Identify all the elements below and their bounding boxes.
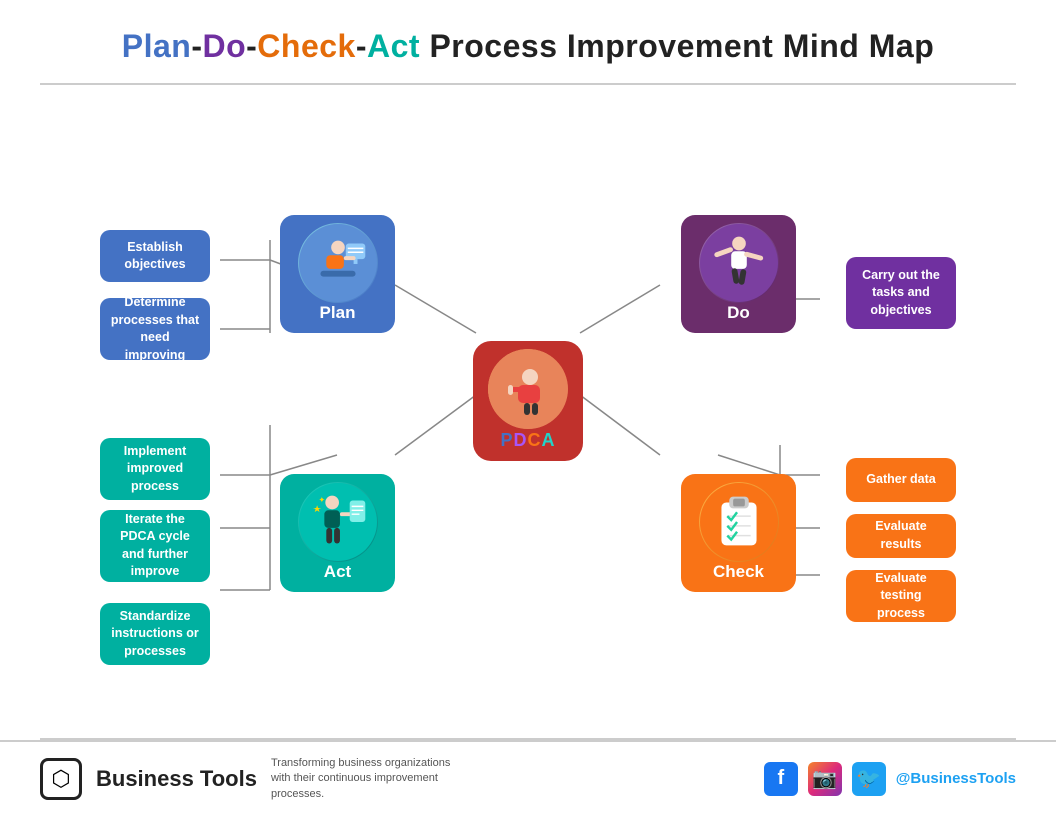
plan-illustration [299,224,377,302]
tagline: Transforming business organizations with… [271,756,471,802]
pdca-label: PDCA [500,430,555,451]
instagram-icon[interactable]: 📷 [808,762,842,796]
svg-text:✦: ✦ [318,495,325,504]
main-title: Plan-Do-Check-Act Process Improvement Mi… [40,28,1016,65]
do-illustration [700,224,778,302]
pdca-illustration [488,349,568,429]
title-dash1: - [191,28,202,64]
plan-node: Plan [280,215,395,333]
title-dash2: - [246,28,257,64]
leaf-evaluate-testing: Evaluate testing process [846,570,956,622]
title-check: Check [257,28,356,64]
do-icon [699,223,779,303]
check-illustration [700,483,778,561]
footer: ⬡ Business Tools Transforming business o… [0,740,1056,816]
title-act: Act [367,28,420,64]
footer-brand: ⬡ Business Tools Transforming business o… [40,756,471,802]
facebook-icon[interactable]: f [764,762,798,796]
title-dash3: - [356,28,367,64]
check-label: Check [713,562,764,582]
footer-social: f 📷 🐦 @BusinessTools [764,762,1016,796]
title-do: Do [202,28,246,64]
act-icon: ★ ✦ [298,482,378,562]
brand-name: Business Tools [96,766,257,792]
do-label: Do [727,303,750,323]
pdca-node: PDCA [473,341,583,461]
header: Plan-Do-Check-Act Process Improvement Mi… [0,0,1056,75]
check-icon [699,482,779,562]
do-node: Do [681,215,796,333]
check-node: Check [681,474,796,592]
leaf-carry: Carry out the tasks and objectives [846,257,956,329]
leaf-gather: Gather data [846,458,956,502]
twitter-icon[interactable]: 🐦 [852,762,886,796]
leaf-standardize: Standardize instructions or processes [100,603,210,665]
leaf-evaluate-results: Evaluate results [846,514,956,558]
title-plan: Plan [122,28,192,64]
title-rest: Process Improvement Mind Map [420,28,934,64]
leaf-establish: Establish objectives [100,230,210,282]
svg-text:★: ★ [312,504,321,515]
diagram-area: PDCA [0,85,1056,730]
leaf-implement: Implement improved process [100,438,210,500]
pdca-icon [488,349,568,429]
logo-icon: ⬡ [40,758,82,800]
plan-label: Plan [320,303,356,323]
act-label: Act [324,562,351,582]
act-illustration: ★ ✦ [299,483,377,561]
social-handle: @BusinessTools [896,770,1016,787]
plan-icon [298,223,378,303]
leaf-determine: Determine processes that need improving [100,298,210,360]
page: Plan-Do-Check-Act Process Improvement Mi… [0,0,1056,816]
act-node: ★ ✦ Act [280,474,395,592]
leaf-iterate: Iterate the PDCA cycle and further impro… [100,510,210,582]
